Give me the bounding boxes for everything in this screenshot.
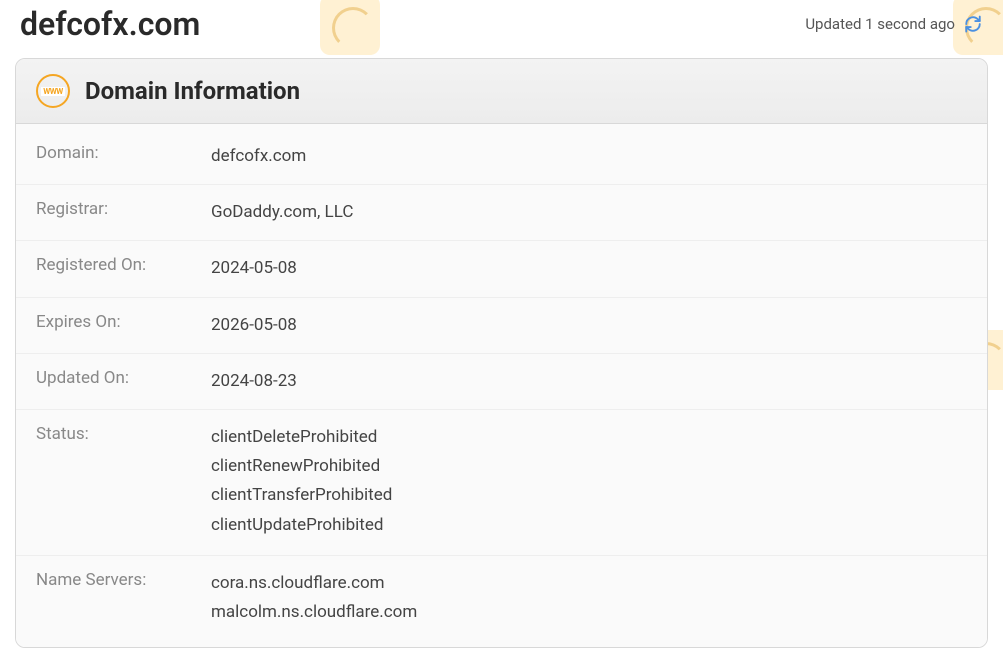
row-registrar: Registrar: GoDaddy.com, LLC: [16, 185, 987, 241]
page-header: defcofx.com Updated 1 second ago: [15, 0, 988, 58]
value-domain: defcofx.com: [211, 143, 306, 170]
value-registrar: GoDaddy.com, LLC: [211, 199, 353, 226]
label-registered-on: Registered On:: [36, 255, 211, 282]
list-item: clientDeleteProhibited: [211, 424, 392, 451]
row-name-servers: Name Servers: cora.ns.cloudflare.commalc…: [16, 556, 987, 642]
updated-text: Updated 1 second ago: [805, 15, 955, 33]
row-registered-on: Registered On: 2024-05-08: [16, 241, 987, 297]
list-item: cora.ns.cloudflare.com: [211, 570, 417, 597]
www-icon: WWW: [36, 74, 70, 108]
value-updated-on: 2024-08-23: [211, 368, 297, 395]
label-expires-on: Expires On:: [36, 312, 211, 339]
domain-info-card: WWW Domain Information Domain: defcofx.c…: [15, 58, 988, 648]
row-status: Status: clientDeleteProhibitedclientRene…: [16, 410, 987, 556]
label-updated-on: Updated On:: [36, 368, 211, 395]
row-expires-on: Expires On: 2026-05-08: [16, 298, 987, 354]
domain-title: defcofx.com: [20, 5, 200, 43]
value-name-servers: cora.ns.cloudflare.commalcolm.ns.cloudfl…: [211, 570, 417, 628]
card-body: Domain: defcofx.com Registrar: GoDaddy.c…: [16, 124, 987, 647]
label-status: Status:: [36, 424, 211, 541]
card-header: WWW Domain Information: [16, 59, 987, 124]
list-item: clientRenewProhibited: [211, 453, 392, 480]
row-domain: Domain: defcofx.com: [16, 129, 987, 185]
list-item: clientUpdateProhibited: [211, 512, 392, 539]
row-updated-on: Updated On: 2024-08-23: [16, 354, 987, 410]
list-item: malcolm.ns.cloudflare.com: [211, 599, 417, 626]
label-name-servers: Name Servers:: [36, 570, 211, 628]
value-status: clientDeleteProhibitedclientRenewProhibi…: [211, 424, 392, 541]
value-registered-on: 2024-05-08: [211, 255, 297, 282]
label-domain: Domain:: [36, 143, 211, 170]
card-title: Domain Information: [85, 77, 300, 105]
refresh-icon[interactable]: [963, 14, 983, 34]
updated-info: Updated 1 second ago: [805, 14, 983, 34]
list-item: clientTransferProhibited: [211, 482, 392, 509]
label-registrar: Registrar:: [36, 199, 211, 226]
value-expires-on: 2026-05-08: [211, 312, 297, 339]
